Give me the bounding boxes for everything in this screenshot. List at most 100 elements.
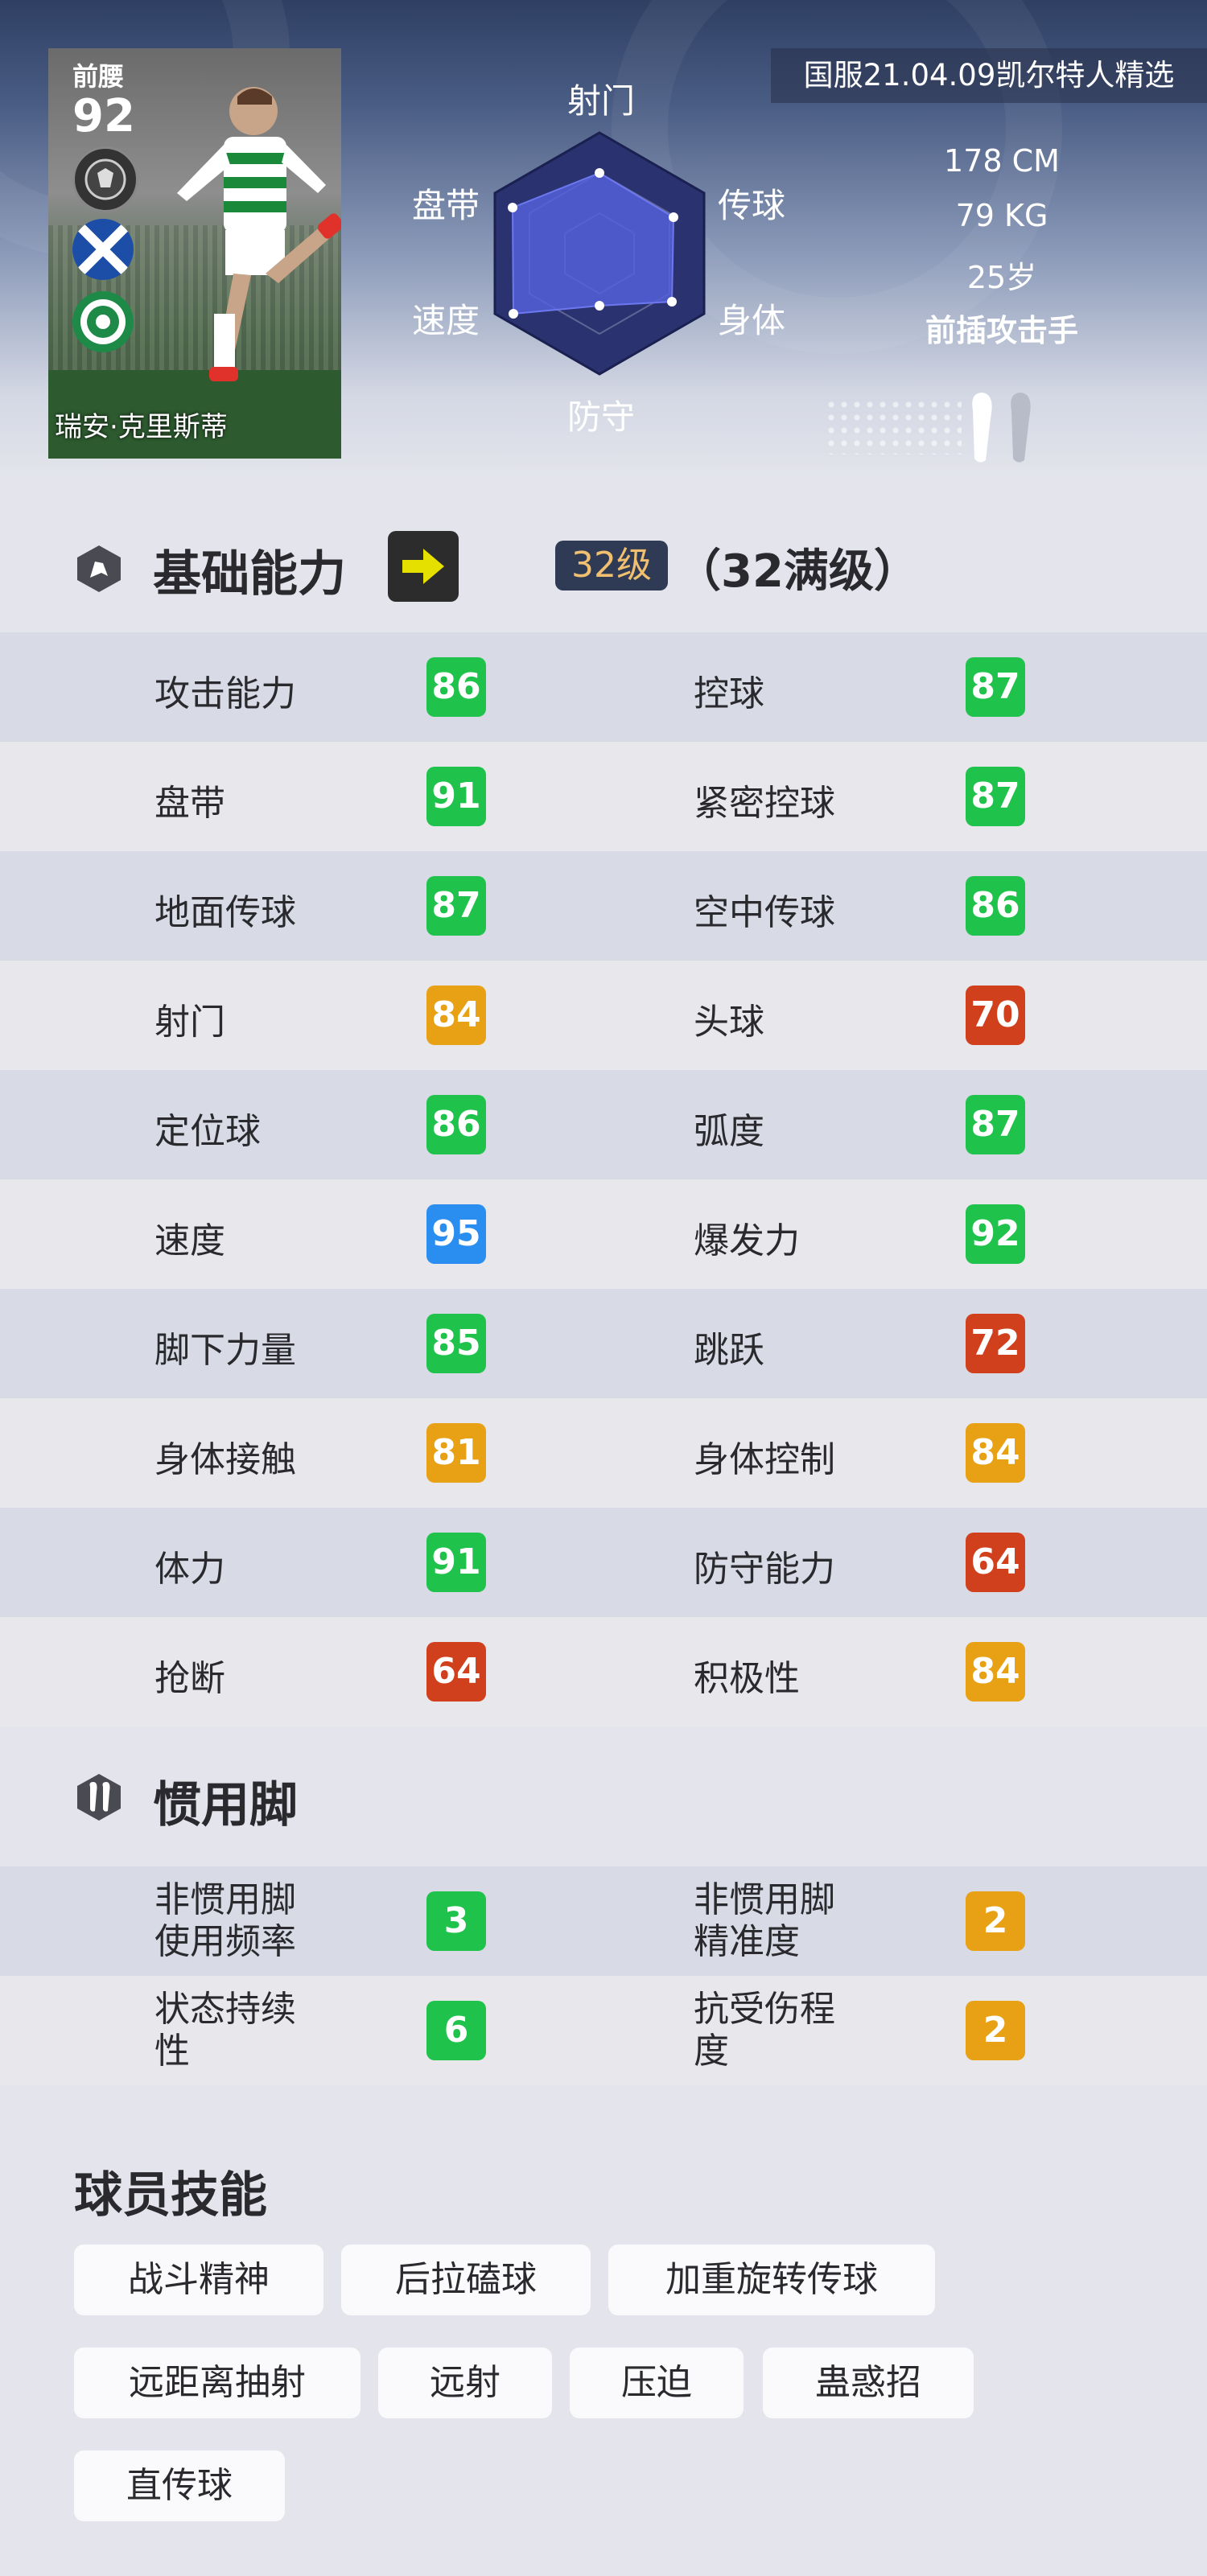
abilities-title: 基础能力 (153, 546, 346, 603)
ability-row: 体力 91 防守能力 64 (0, 1508, 1207, 1617)
radar-label-shooting: 射门 (567, 81, 636, 121)
ability-name: 弧度 (694, 1111, 764, 1152)
ability-name: 地面传球 (154, 892, 296, 933)
skill-chip[interactable]: 蛊惑招 (763, 2348, 974, 2418)
skill-chip[interactable]: 加重旋转传球 (608, 2245, 935, 2315)
ability-value: 92 (966, 1204, 1025, 1264)
playstyle-badge-icon (72, 146, 138, 212)
abilities-section-icon (77, 545, 121, 592)
ability-row: 定位球 86 弧度 87 (0, 1070, 1207, 1179)
foot-attr-line: 非惯用脚 (154, 1879, 296, 1920)
ability-name: 跳跃 (694, 1330, 764, 1371)
ability-value: 87 (966, 767, 1025, 826)
ability-value: 87 (426, 876, 486, 936)
player-level-badge: 32级 (555, 541, 668, 591)
foot-attr-line: 性 (154, 2031, 190, 2072)
ability-name: 头球 (694, 1002, 764, 1043)
foot-attr-name: 非惯用脚 精准度 (694, 1879, 879, 1963)
ability-row: 盘带 91 紧密控球 87 (0, 742, 1207, 851)
skill-chip[interactable]: 远射 (378, 2348, 552, 2418)
radar-label-defending: 防守 (567, 397, 636, 437)
foot-row: 非惯用脚 使用频率 3 非惯用脚 精准度 2 (0, 1866, 1207, 1976)
ability-value: 64 (966, 1533, 1025, 1592)
foot-attr-name: 非惯用脚 使用频率 (154, 1879, 340, 1963)
ability-name: 防守能力 (694, 1549, 835, 1590)
ability-name: 紧密控球 (694, 783, 835, 824)
ability-name: 抢断 (154, 1658, 225, 1699)
card-position: 前腰 (72, 61, 125, 92)
ability-value: 91 (426, 767, 486, 826)
skill-chip[interactable]: 远距离抽射 (74, 2348, 360, 2418)
foot-attr-line: 抗受伤程 (694, 1989, 835, 2030)
ability-value: 87 (966, 1095, 1025, 1154)
ability-row: 脚下力量 85 跳跃 72 (0, 1289, 1207, 1398)
ability-name: 积极性 (694, 1658, 800, 1699)
celtic-club-icon (72, 291, 134, 352)
ability-value: 87 (966, 657, 1025, 717)
next-arrow-button[interactable] (388, 531, 459, 602)
foot-row: 状态持续性 6 抗受伤程度 2 (0, 1976, 1207, 2085)
player-card[interactable]: 前腰 92 瑞安·克里斯蒂 (48, 48, 341, 459)
ability-name: 空中传球 (694, 892, 835, 933)
radar-label-passing: 传球 (718, 186, 786, 225)
ability-row: 抢断 64 积极性 84 (0, 1617, 1207, 1726)
ability-row: 射门 84 头球 70 (0, 961, 1207, 1070)
ability-name: 体力 (154, 1549, 225, 1590)
feet-icon (972, 393, 1031, 463)
player-role: 前插攻击手 (925, 313, 1078, 348)
player-detail-page: 国服21.04.09凯尔特人精选 前腰 92 瑞安·克里斯蒂 射门 传球 身体 … (0, 0, 1207, 2576)
ability-value: 64 (426, 1642, 486, 1702)
ability-value: 72 (966, 1314, 1025, 1373)
ability-value: 81 (426, 1423, 486, 1483)
decorative-dots (825, 398, 962, 455)
foot-attr-line: 使用频率 (154, 1921, 296, 1962)
ability-row: 攻击能力 86 控球 87 (0, 632, 1207, 742)
foot-attr-line: 非惯用脚 (694, 1879, 835, 1920)
ability-name: 爆发力 (694, 1220, 800, 1261)
radar-label-physical: 身体 (718, 301, 786, 340)
foot-attr-name: 状态持续性 (154, 1989, 340, 2072)
ability-name: 身体控制 (694, 1439, 835, 1480)
foot-attr-line: 度 (694, 2031, 729, 2072)
ability-value: 95 (426, 1204, 486, 1264)
foot-attr-value: 2 (966, 2001, 1025, 2060)
radar-label-dribbling: 盘带 (412, 186, 480, 225)
player-max-level: （32满级） (676, 545, 919, 598)
foot-attr-line: 状态持续 (154, 1989, 296, 2030)
ability-name: 脚下力量 (154, 1330, 296, 1371)
ability-name: 控球 (694, 673, 764, 714)
skill-chip[interactable]: 压迫 (570, 2348, 744, 2418)
version-tag: 国服21.04.09凯尔特人精选 (771, 48, 1207, 103)
player-header: 国服21.04.09凯尔特人精选 前腰 92 瑞安·克里斯蒂 射门 传球 身体 … (0, 0, 1207, 483)
ability-value: 84 (966, 1423, 1025, 1483)
player-photo (177, 87, 341, 381)
ability-row: 速度 95 爆发力 92 (0, 1179, 1207, 1289)
skill-chip[interactable]: 直传球 (74, 2450, 285, 2521)
foot-title: 惯用脚 (153, 1777, 298, 1833)
radar-label-speed: 速度 (412, 301, 480, 340)
ability-value: 91 (426, 1533, 486, 1592)
skill-chip[interactable]: 后拉磕球 (341, 2245, 591, 2315)
player-weight: 79 KG (955, 198, 1048, 233)
ability-name: 攻击能力 (154, 673, 296, 714)
ability-name: 定位球 (154, 1111, 261, 1152)
card-rating: 92 (72, 90, 135, 142)
ability-value: 86 (426, 657, 486, 717)
foot-attr-name: 抗受伤程度 (694, 1989, 879, 2072)
player-age: 25岁 (966, 260, 1037, 295)
ability-value: 84 (966, 1642, 1025, 1702)
ability-row: 身体接触 81 身体控制 84 (0, 1398, 1207, 1508)
ability-radar-chart (493, 131, 706, 376)
ability-name: 身体接触 (154, 1439, 296, 1480)
foot-attr-value: 2 (966, 1891, 1025, 1951)
skill-chip[interactable]: 战斗精神 (74, 2245, 323, 2315)
ability-name: 速度 (154, 1220, 225, 1261)
ability-name: 盘带 (154, 783, 225, 824)
foot-attr-line: 精准度 (694, 1921, 800, 1962)
ability-value: 86 (966, 876, 1025, 936)
scotland-flag-icon (72, 219, 134, 280)
arrow-right-icon (402, 549, 444, 584)
ability-value: 86 (426, 1095, 486, 1154)
ability-name: 射门 (154, 1002, 225, 1043)
ability-value: 70 (966, 986, 1025, 1045)
